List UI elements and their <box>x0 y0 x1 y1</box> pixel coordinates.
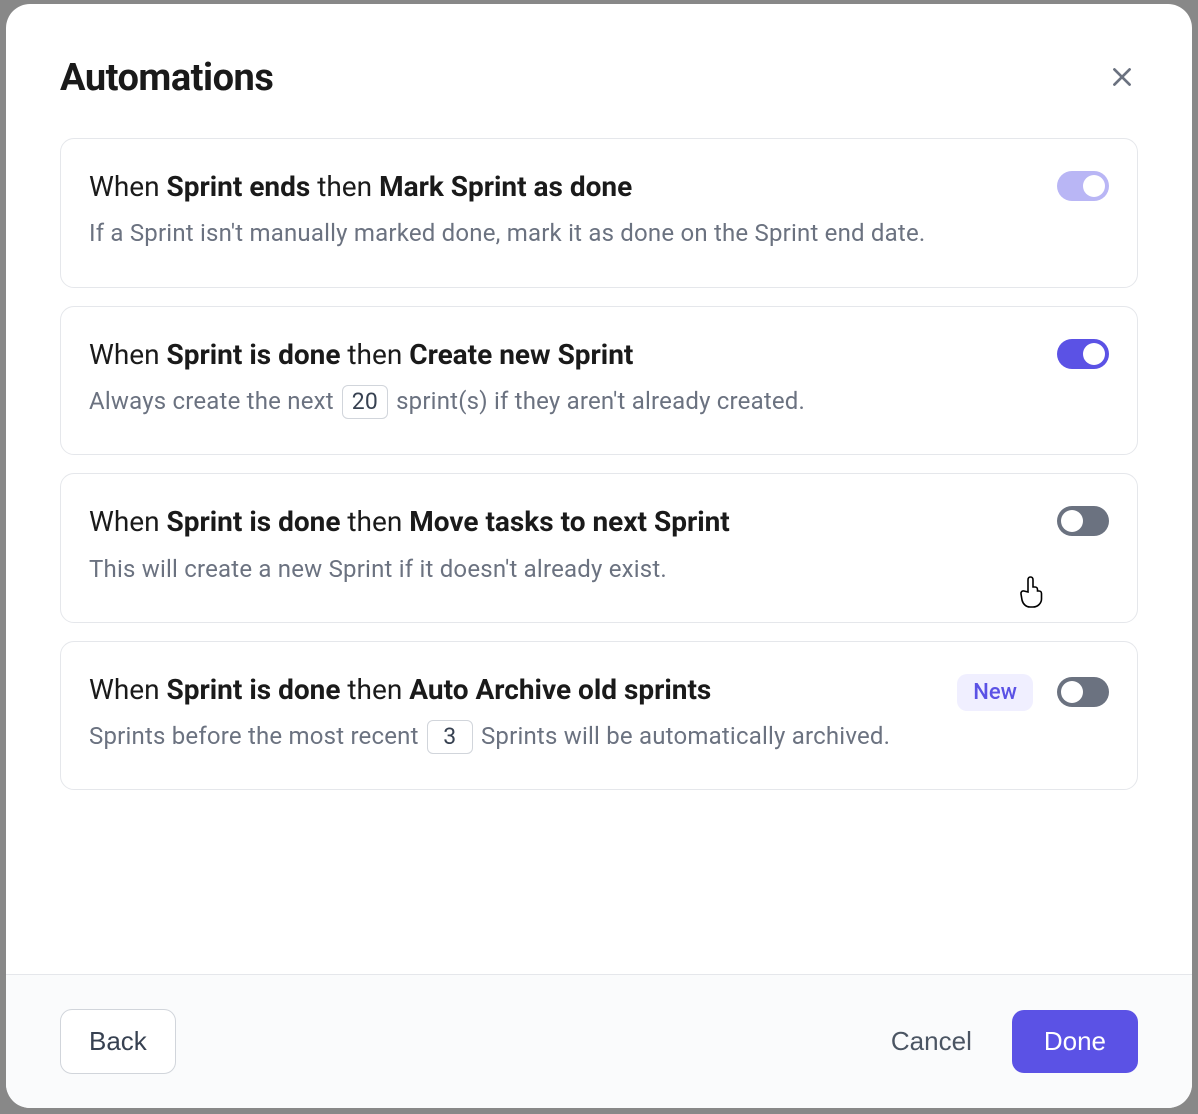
automation-title: When Sprint is done then Move tasks to n… <box>89 504 1037 540</box>
automations-modal: Automations When Sprint ends then Mark S… <box>6 4 1192 1108</box>
modal-footer: Back Cancel Done <box>6 974 1192 1108</box>
automation-description: Sprints before the most recent 3 Sprints… <box>89 718 937 755</box>
automation-title: When Sprint ends then Mark Sprint as don… <box>89 169 1037 205</box>
automation-move-tasks: When Sprint is done then Move tasks to n… <box>60 473 1138 623</box>
toggle-move-tasks[interactable] <box>1057 506 1109 536</box>
automation-controls <box>1057 504 1109 536</box>
automation-title: When Sprint is done then Auto Archive ol… <box>89 672 937 708</box>
automation-title: When Sprint is done then Create new Spri… <box>89 337 1037 373</box>
automation-description: This will create a new Sprint if it does… <box>89 551 1037 588</box>
toggle-knob <box>1061 510 1083 532</box>
cancel-button[interactable]: Cancel <box>879 1010 984 1073</box>
archive-count-input[interactable]: 3 <box>427 720 473 754</box>
automation-content: When Sprint ends then Mark Sprint as don… <box>89 169 1037 253</box>
automation-controls: New <box>957 672 1109 711</box>
toggle-knob <box>1061 681 1083 703</box>
footer-right: Cancel Done <box>879 1010 1138 1073</box>
automation-create-new-sprint: When Sprint is done then Create new Spri… <box>60 306 1138 456</box>
close-button[interactable] <box>1106 62 1138 94</box>
automation-description: If a Sprint isn't manually marked done, … <box>89 215 1037 252</box>
automation-content: When Sprint is done then Auto Archive ol… <box>89 672 937 756</box>
toggle-create-new-sprint[interactable] <box>1057 339 1109 369</box>
toggle-knob <box>1083 175 1105 197</box>
toggle-mark-sprint-done[interactable] <box>1057 171 1109 201</box>
automation-description: Always create the next 20 sprint(s) if t… <box>89 383 1037 420</box>
modal-title: Automations <box>60 56 273 100</box>
back-button[interactable]: Back <box>60 1009 176 1074</box>
automation-content: When Sprint is done then Create new Spri… <box>89 337 1037 421</box>
automation-auto-archive: When Sprint is done then Auto Archive ol… <box>60 641 1138 791</box>
automation-mark-sprint-done: When Sprint ends then Mark Sprint as don… <box>60 138 1138 288</box>
new-badge: New <box>957 674 1033 711</box>
automation-content: When Sprint is done then Move tasks to n… <box>89 504 1037 588</box>
toggle-knob <box>1083 343 1105 365</box>
close-icon <box>1109 64 1135 93</box>
automation-controls <box>1057 169 1109 201</box>
toggle-auto-archive[interactable] <box>1057 677 1109 707</box>
automation-controls <box>1057 337 1109 369</box>
done-button[interactable]: Done <box>1012 1010 1138 1073</box>
modal-header: Automations <box>6 4 1192 120</box>
modal-body: When Sprint ends then Mark Sprint as don… <box>6 120 1192 974</box>
sprint-count-input[interactable]: 20 <box>342 385 388 419</box>
